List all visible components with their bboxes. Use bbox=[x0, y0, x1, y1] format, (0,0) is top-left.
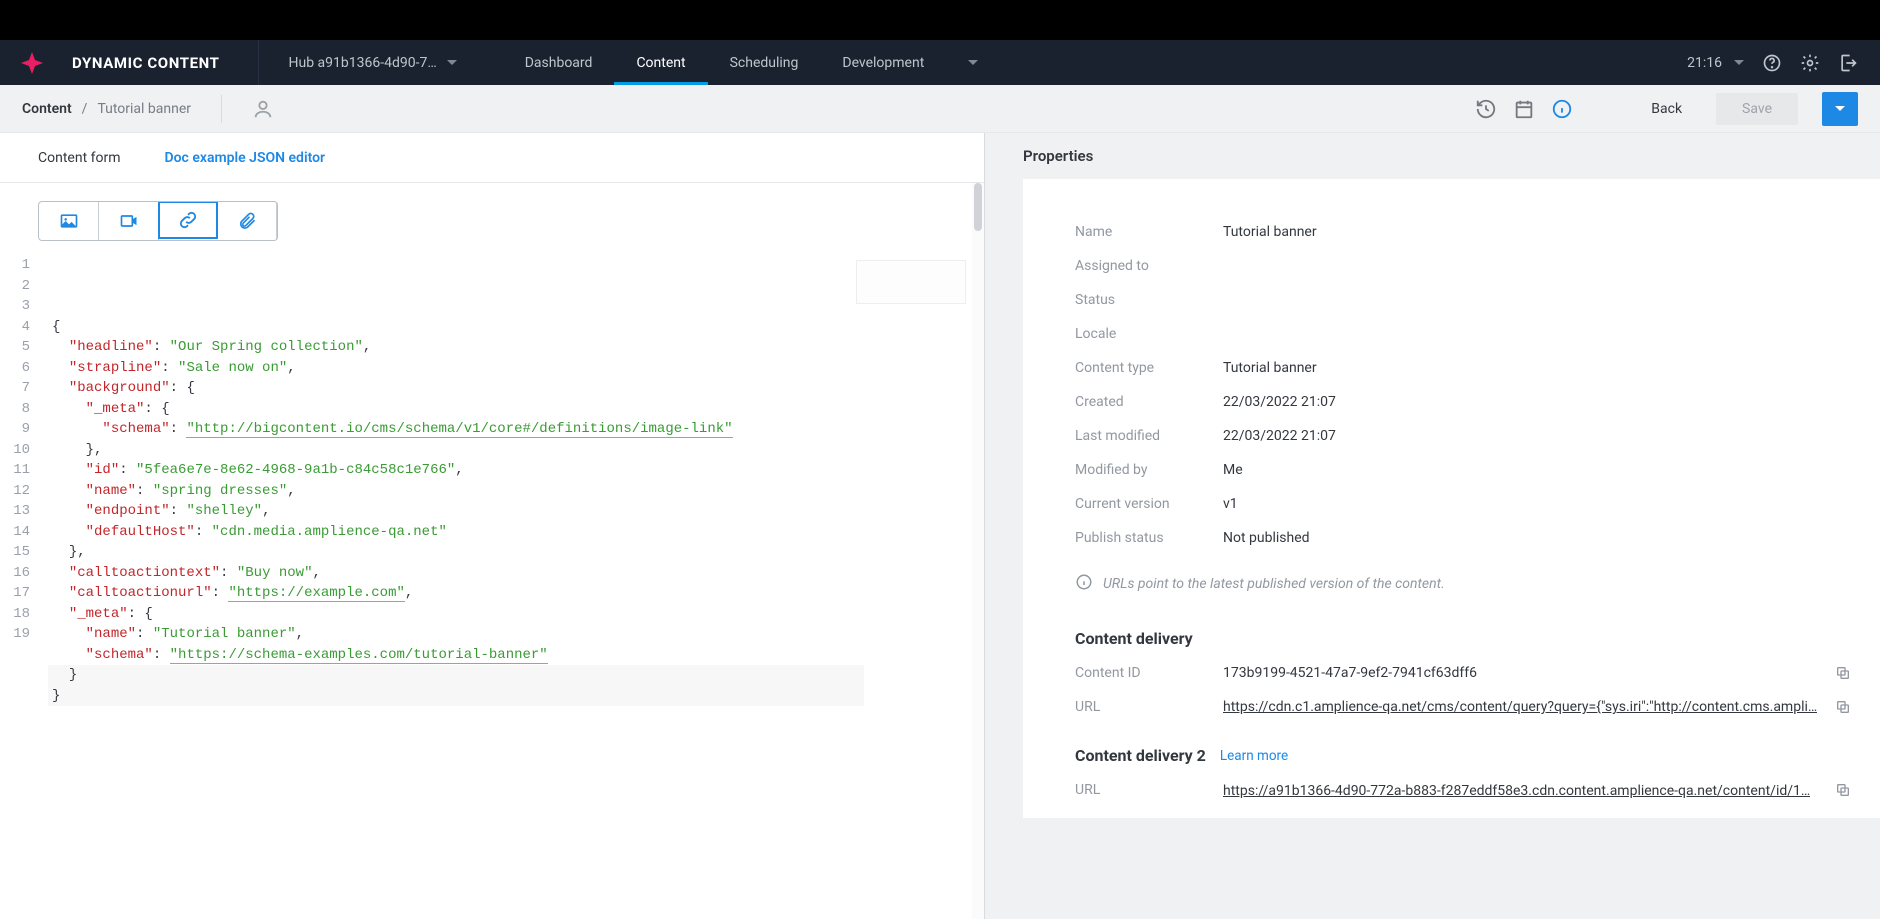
settings-icon[interactable] bbox=[1800, 53, 1820, 73]
line-number-gutter: 12345678910111213141516171819 bbox=[0, 255, 48, 706]
prop-content-type: Content typeTutorial banner bbox=[1075, 351, 1851, 385]
tab-content-form[interactable]: Content form bbox=[38, 150, 121, 166]
time-selector[interactable]: 21:16 bbox=[1687, 55, 1744, 71]
logo-icon bbox=[18, 49, 46, 77]
prop-status: Status bbox=[1075, 283, 1851, 317]
minimap[interactable] bbox=[856, 260, 966, 304]
prop-publish-status: Publish statusNot published bbox=[1075, 521, 1851, 555]
hub-label: Hub a91b1366-4d90-7… bbox=[289, 55, 437, 71]
content-actions: Back Save bbox=[1475, 92, 1858, 126]
help-icon[interactable] bbox=[1762, 53, 1782, 73]
insert-video-button[interactable] bbox=[99, 202, 159, 240]
chevron-down-icon bbox=[1734, 60, 1744, 65]
save-button[interactable]: Save bbox=[1716, 93, 1798, 125]
copy-icon[interactable] bbox=[1835, 699, 1851, 715]
properties-header: Properties bbox=[999, 133, 1880, 179]
insert-image-button[interactable] bbox=[39, 202, 99, 240]
content2-url-row: URL https://a91b1366-4d90-772a-b883-f287… bbox=[1075, 773, 1851, 807]
properties-card: NameTutorial banner Assigned to Status L… bbox=[1023, 179, 1880, 818]
nav-tab-content[interactable]: Content bbox=[614, 40, 707, 85]
prop-name: NameTutorial banner bbox=[1075, 215, 1851, 249]
hub-selector[interactable]: Hub a91b1366-4d90-7… bbox=[275, 55, 471, 71]
chevron-down-icon bbox=[968, 60, 978, 65]
insert-link-button[interactable] bbox=[158, 201, 218, 239]
content-url-link[interactable]: https://cdn.c1.amplience-qa.net/cms/cont… bbox=[1223, 699, 1817, 715]
nav-tab-development[interactable]: Development bbox=[820, 40, 946, 85]
nav-tabs: Dashboard Content Scheduling Development bbox=[503, 40, 1001, 85]
code-content[interactable]: { "headline": "Our Spring collection", "… bbox=[48, 255, 984, 706]
nav-tab-dashboard[interactable]: Dashboard bbox=[503, 40, 615, 85]
nav-tab-scheduling[interactable]: Scheduling bbox=[708, 40, 821, 85]
code-editor[interactable]: 12345678910111213141516171819 { "headlin… bbox=[0, 247, 984, 706]
breadcrumb-root[interactable]: Content bbox=[22, 101, 72, 117]
url-note: URLs point to the latest published versi… bbox=[1075, 555, 1851, 607]
chevron-down-icon bbox=[1835, 106, 1845, 111]
insert-toolbar: Add Content Link bbox=[0, 183, 984, 247]
prop-version: Current versionv1 bbox=[1075, 487, 1851, 521]
info-icon[interactable] bbox=[1551, 98, 1573, 120]
prop-modified-by: Modified byMe bbox=[1075, 453, 1851, 487]
prop-assigned: Assigned to bbox=[1075, 249, 1851, 283]
save-label: Save bbox=[1742, 101, 1772, 117]
left-tabs: Content form Doc example JSON editor bbox=[0, 133, 984, 183]
logout-icon[interactable] bbox=[1838, 53, 1858, 73]
top-black-bar bbox=[0, 0, 1880, 40]
note-text: URLs point to the latest published versi… bbox=[1103, 576, 1445, 592]
split-handle[interactable] bbox=[985, 133, 999, 919]
breadcrumb-bar: Content / Tutorial banner Back Save bbox=[0, 85, 1880, 133]
nav-right: 21:16 bbox=[1687, 53, 1858, 73]
calendar-icon[interactable] bbox=[1513, 98, 1535, 120]
content-url-row: URL https://cdn.c1.amplience-qa.net/cms/… bbox=[1075, 690, 1851, 724]
copy-icon[interactable] bbox=[1835, 782, 1851, 798]
main-split: Content form Doc example JSON editor Add… bbox=[0, 133, 1880, 919]
right-pane: Properties NameTutorial banner Assigned … bbox=[999, 133, 1880, 919]
back-button[interactable]: Back bbox=[1633, 95, 1700, 123]
breadcrumb-slash: / bbox=[82, 101, 88, 117]
content-delivery2-header: Content delivery 2 Learn more bbox=[1075, 724, 1851, 773]
left-pane: Content form Doc example JSON editor Add… bbox=[0, 133, 985, 919]
save-dropdown-toggle[interactable] bbox=[1822, 92, 1858, 126]
content2-url-link[interactable]: https://a91b1366-4d90-772a-b883-f287eddf… bbox=[1223, 783, 1810, 799]
top-nav: DYNAMIC CONTENT Hub a91b1366-4d90-7… Das… bbox=[0, 40, 1880, 85]
chevron-down-icon bbox=[447, 60, 457, 65]
user-icon[interactable] bbox=[252, 98, 274, 120]
prop-locale: Locale bbox=[1075, 317, 1851, 351]
breadcrumb-separator bbox=[221, 95, 222, 123]
content-delivery-header: Content delivery bbox=[1075, 607, 1851, 656]
insert-button-group: Add Content Link bbox=[38, 201, 278, 241]
time-label: 21:16 bbox=[1687, 55, 1722, 71]
nav-separator bbox=[258, 40, 259, 85]
scrollbar-thumb[interactable] bbox=[974, 183, 982, 231]
history-icon[interactable] bbox=[1475, 98, 1497, 120]
prop-created: Created22/03/2022 21:07 bbox=[1075, 385, 1851, 419]
info-icon bbox=[1075, 573, 1093, 595]
copy-icon[interactable] bbox=[1835, 665, 1851, 681]
nav-tab-more[interactable] bbox=[946, 40, 1000, 85]
breadcrumb-item: Tutorial banner bbox=[97, 101, 191, 117]
tab-json-editor[interactable]: Doc example JSON editor bbox=[165, 150, 326, 166]
content-id-row: Content ID 173b9199-4521-47a7-9ef2-7941c… bbox=[1075, 656, 1851, 690]
learn-more-link[interactable]: Learn more bbox=[1220, 748, 1288, 764]
prop-modified: Last modified22/03/2022 21:07 bbox=[1075, 419, 1851, 453]
insert-attachment-button[interactable] bbox=[217, 202, 277, 240]
left-scrollbar[interactable] bbox=[972, 183, 984, 919]
brand-name: DYNAMIC CONTENT bbox=[72, 54, 220, 72]
